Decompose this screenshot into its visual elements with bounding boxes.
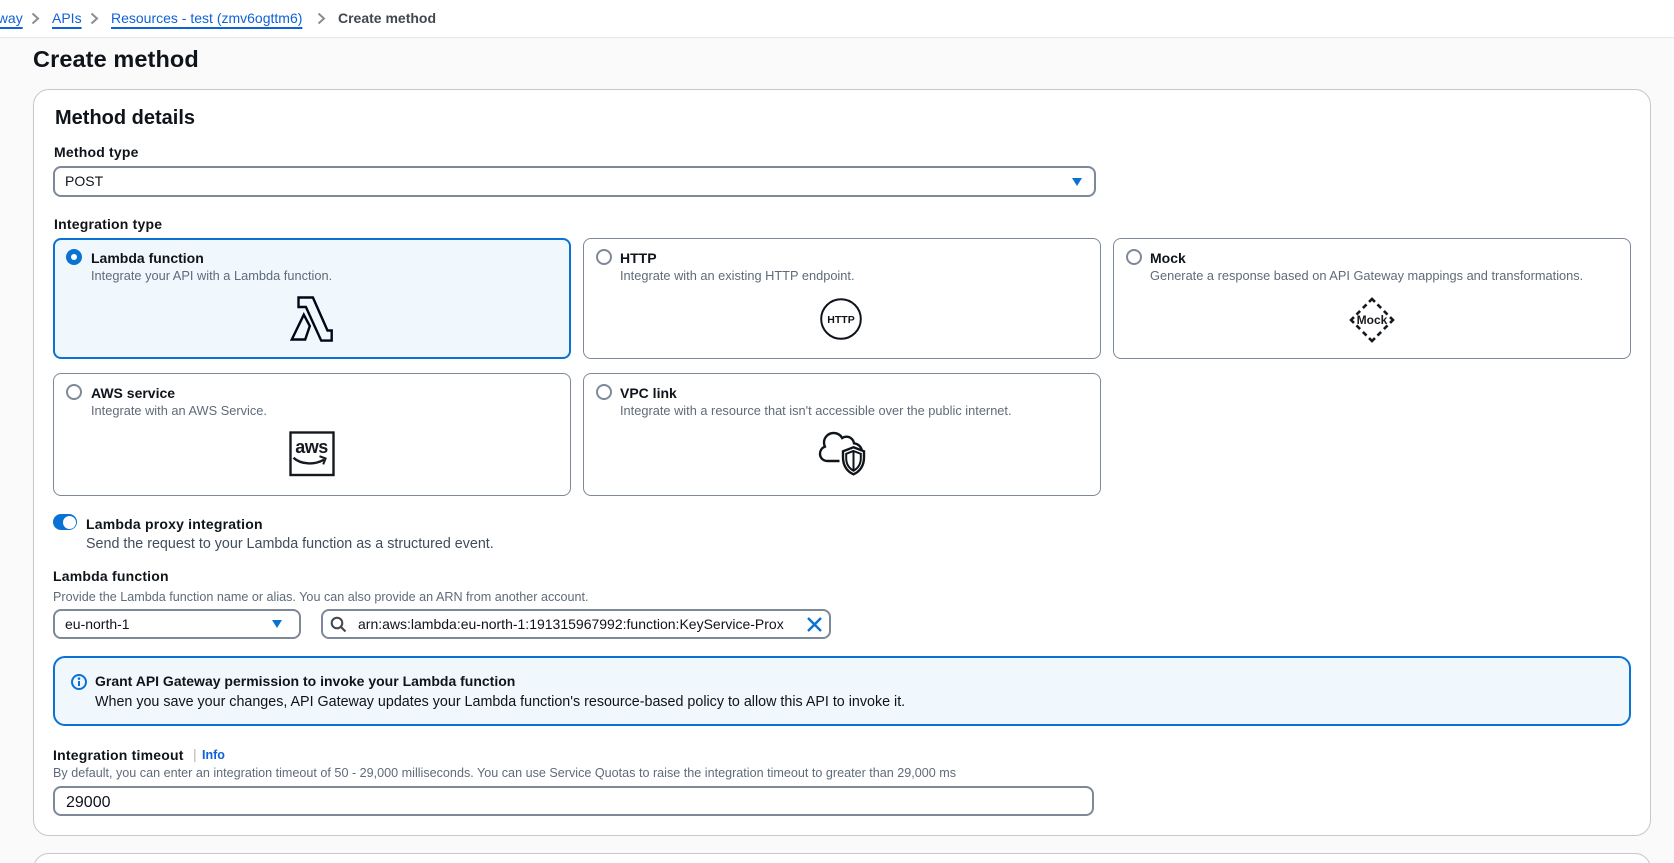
svg-text:Mock: Mock	[1356, 313, 1387, 327]
svg-text:HTTP: HTTP	[827, 314, 854, 326]
svg-text:aws: aws	[295, 437, 328, 457]
